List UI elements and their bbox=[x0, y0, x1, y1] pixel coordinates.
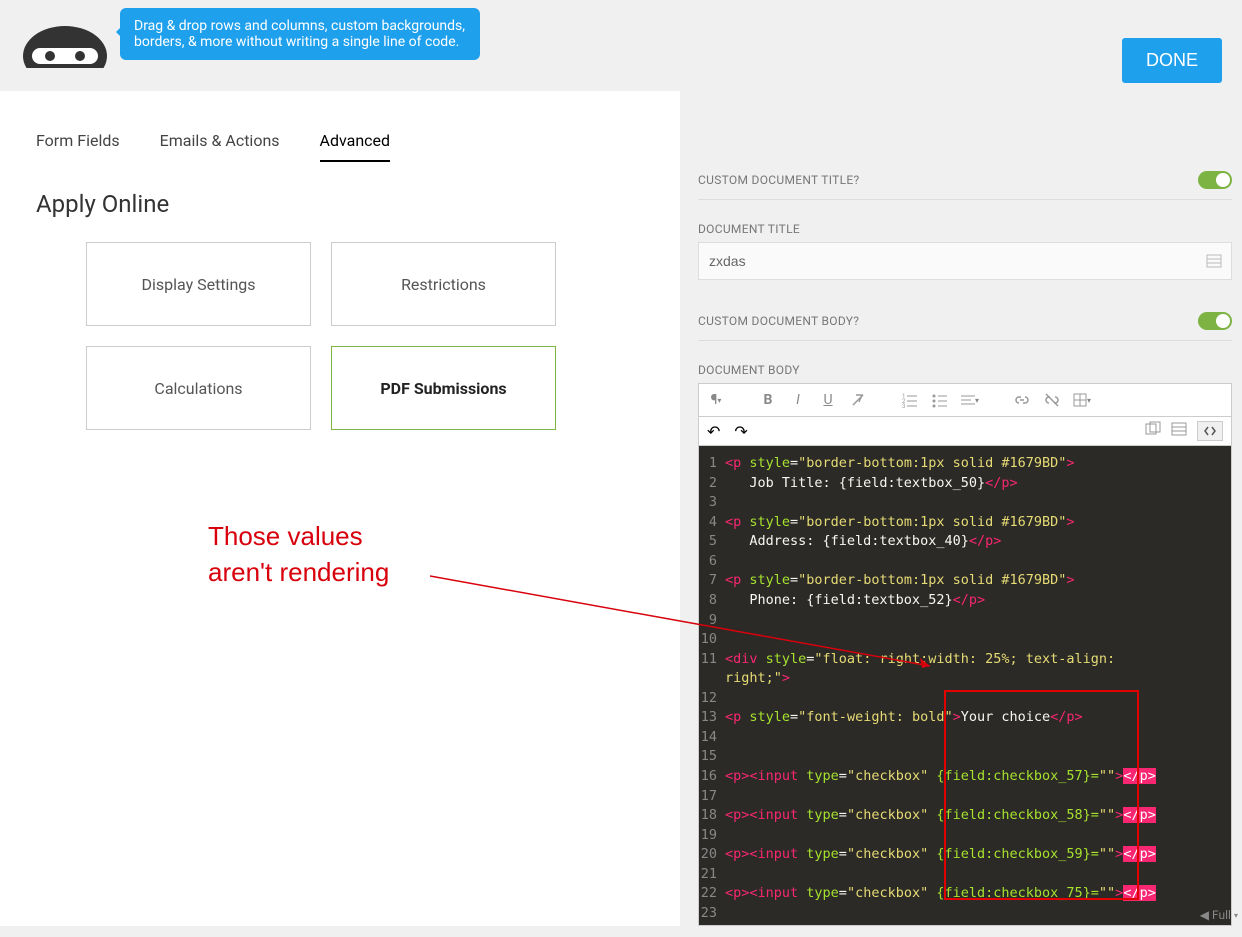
merge-tags-icon[interactable] bbox=[1206, 253, 1222, 269]
code-line: 1<p style="border-bottom:1px solid #1679… bbox=[699, 454, 1231, 474]
undo-button[interactable]: ↶ bbox=[707, 422, 720, 441]
align-button[interactable]: ▾ bbox=[961, 390, 979, 410]
code-line: 17 bbox=[699, 787, 1231, 807]
code-line: 7<p style="border-bottom:1px solid #1679… bbox=[699, 571, 1231, 591]
document-title-input[interactable] bbox=[698, 242, 1232, 280]
unlink-button[interactable] bbox=[1043, 390, 1061, 410]
card-restrictions[interactable]: Restrictions bbox=[331, 242, 556, 326]
code-line: 19 bbox=[699, 826, 1231, 846]
code-line: 15 bbox=[699, 747, 1231, 767]
tab-emails-actions[interactable]: Emails & Actions bbox=[160, 131, 280, 162]
code-line: 12 bbox=[699, 689, 1231, 709]
italic-button[interactable]: I bbox=[789, 390, 807, 410]
code-line: 9 bbox=[699, 611, 1231, 631]
promo-tooltip: Drag & drop rows and columns, custom bac… bbox=[120, 8, 480, 60]
card-pdf-submissions[interactable]: PDF Submissions bbox=[331, 346, 556, 430]
code-line: 23 bbox=[699, 904, 1231, 924]
document-title-label: DOCUMENT TITLE bbox=[698, 222, 1232, 236]
custom-doc-body-toggle[interactable] bbox=[1198, 312, 1232, 330]
card-display-settings[interactable]: Display Settings bbox=[86, 242, 311, 326]
code-line: 6 bbox=[699, 552, 1231, 572]
annotation-text: Those values aren't rendering bbox=[208, 518, 389, 591]
code-line: 5 Address: {field:textbox_40}</p> bbox=[699, 532, 1231, 552]
media-button[interactable] bbox=[1145, 421, 1161, 441]
code-line: 14 bbox=[699, 728, 1231, 748]
card-calculations[interactable]: Calculations bbox=[86, 346, 311, 430]
bold-button[interactable]: B bbox=[759, 390, 777, 410]
code-line: 3 bbox=[699, 493, 1231, 513]
merge-tags-button[interactable] bbox=[1171, 421, 1187, 441]
custom-doc-body-label: CUSTOM DOCUMENT BODY? bbox=[698, 314, 859, 328]
code-line: 10 bbox=[699, 630, 1231, 650]
custom-doc-title-label: CUSTOM DOCUMENT TITLE? bbox=[698, 173, 859, 187]
unordered-list-button[interactable] bbox=[931, 390, 949, 410]
page-title: Apply Online bbox=[36, 190, 644, 218]
code-line: 16<p><input type="checkbox" {field:check… bbox=[699, 767, 1231, 787]
tab-advanced[interactable]: Advanced bbox=[320, 131, 391, 162]
code-line: 13<p style="font-weight: bold">Your choi… bbox=[699, 708, 1231, 728]
code-line: 18<p><input type="checkbox" {field:check… bbox=[699, 806, 1231, 826]
ninja-mascot-icon bbox=[20, 8, 110, 68]
link-button[interactable] bbox=[1013, 390, 1031, 410]
document-body-label: DOCUMENT BODY bbox=[698, 363, 1232, 377]
table-button[interactable]: ▾ bbox=[1073, 390, 1091, 410]
done-button[interactable]: DONE bbox=[1122, 38, 1222, 83]
code-view-button[interactable] bbox=[1197, 421, 1223, 441]
code-line: 2 Job Title: {field:textbox_50}</p> bbox=[699, 474, 1231, 494]
code-line: 8 Phone: {field:textbox_52}</p> bbox=[699, 591, 1231, 611]
tab-form-fields[interactable]: Form Fields bbox=[36, 131, 120, 162]
left-panel: Form Fields Emails & Actions Advanced Ap… bbox=[0, 91, 680, 926]
editor-toolbar: ¶ ▾ B I U 123 ▾ ▾ bbox=[698, 383, 1232, 417]
code-editor[interactable]: 1<p style="border-bottom:1px solid #1679… bbox=[698, 446, 1232, 926]
custom-doc-title-toggle[interactable] bbox=[1198, 171, 1232, 189]
code-line: 11<div style="float: right;width: 25%; t… bbox=[699, 650, 1231, 670]
code-line: right;"> bbox=[699, 669, 1231, 689]
clear-format-button[interactable] bbox=[849, 390, 867, 410]
ordered-list-button[interactable]: 123 bbox=[901, 390, 919, 410]
full-indicator[interactable]: ◀ Full ▾ bbox=[1200, 908, 1238, 922]
chevron-down-icon: ▾ bbox=[1234, 911, 1238, 920]
svg-text:3: 3 bbox=[902, 403, 905, 408]
right-panel: CUSTOM DOCUMENT TITLE? DOCUMENT TITLE CU… bbox=[680, 91, 1242, 926]
redo-button[interactable]: ↷ bbox=[734, 422, 747, 441]
code-line: 22<p><input type="checkbox" {field:check… bbox=[699, 884, 1231, 904]
paragraph-format-button[interactable]: ¶ ▾ bbox=[707, 390, 725, 410]
code-line: 24<p><input type="checkbox" {field:check… bbox=[699, 924, 1231, 927]
code-line: 21 bbox=[699, 865, 1231, 885]
code-line: 20<p><input type="checkbox" {field:check… bbox=[699, 845, 1231, 865]
code-line: 4<p style="border-bottom:1px solid #1679… bbox=[699, 513, 1231, 533]
underline-button[interactable]: U bbox=[819, 390, 837, 410]
